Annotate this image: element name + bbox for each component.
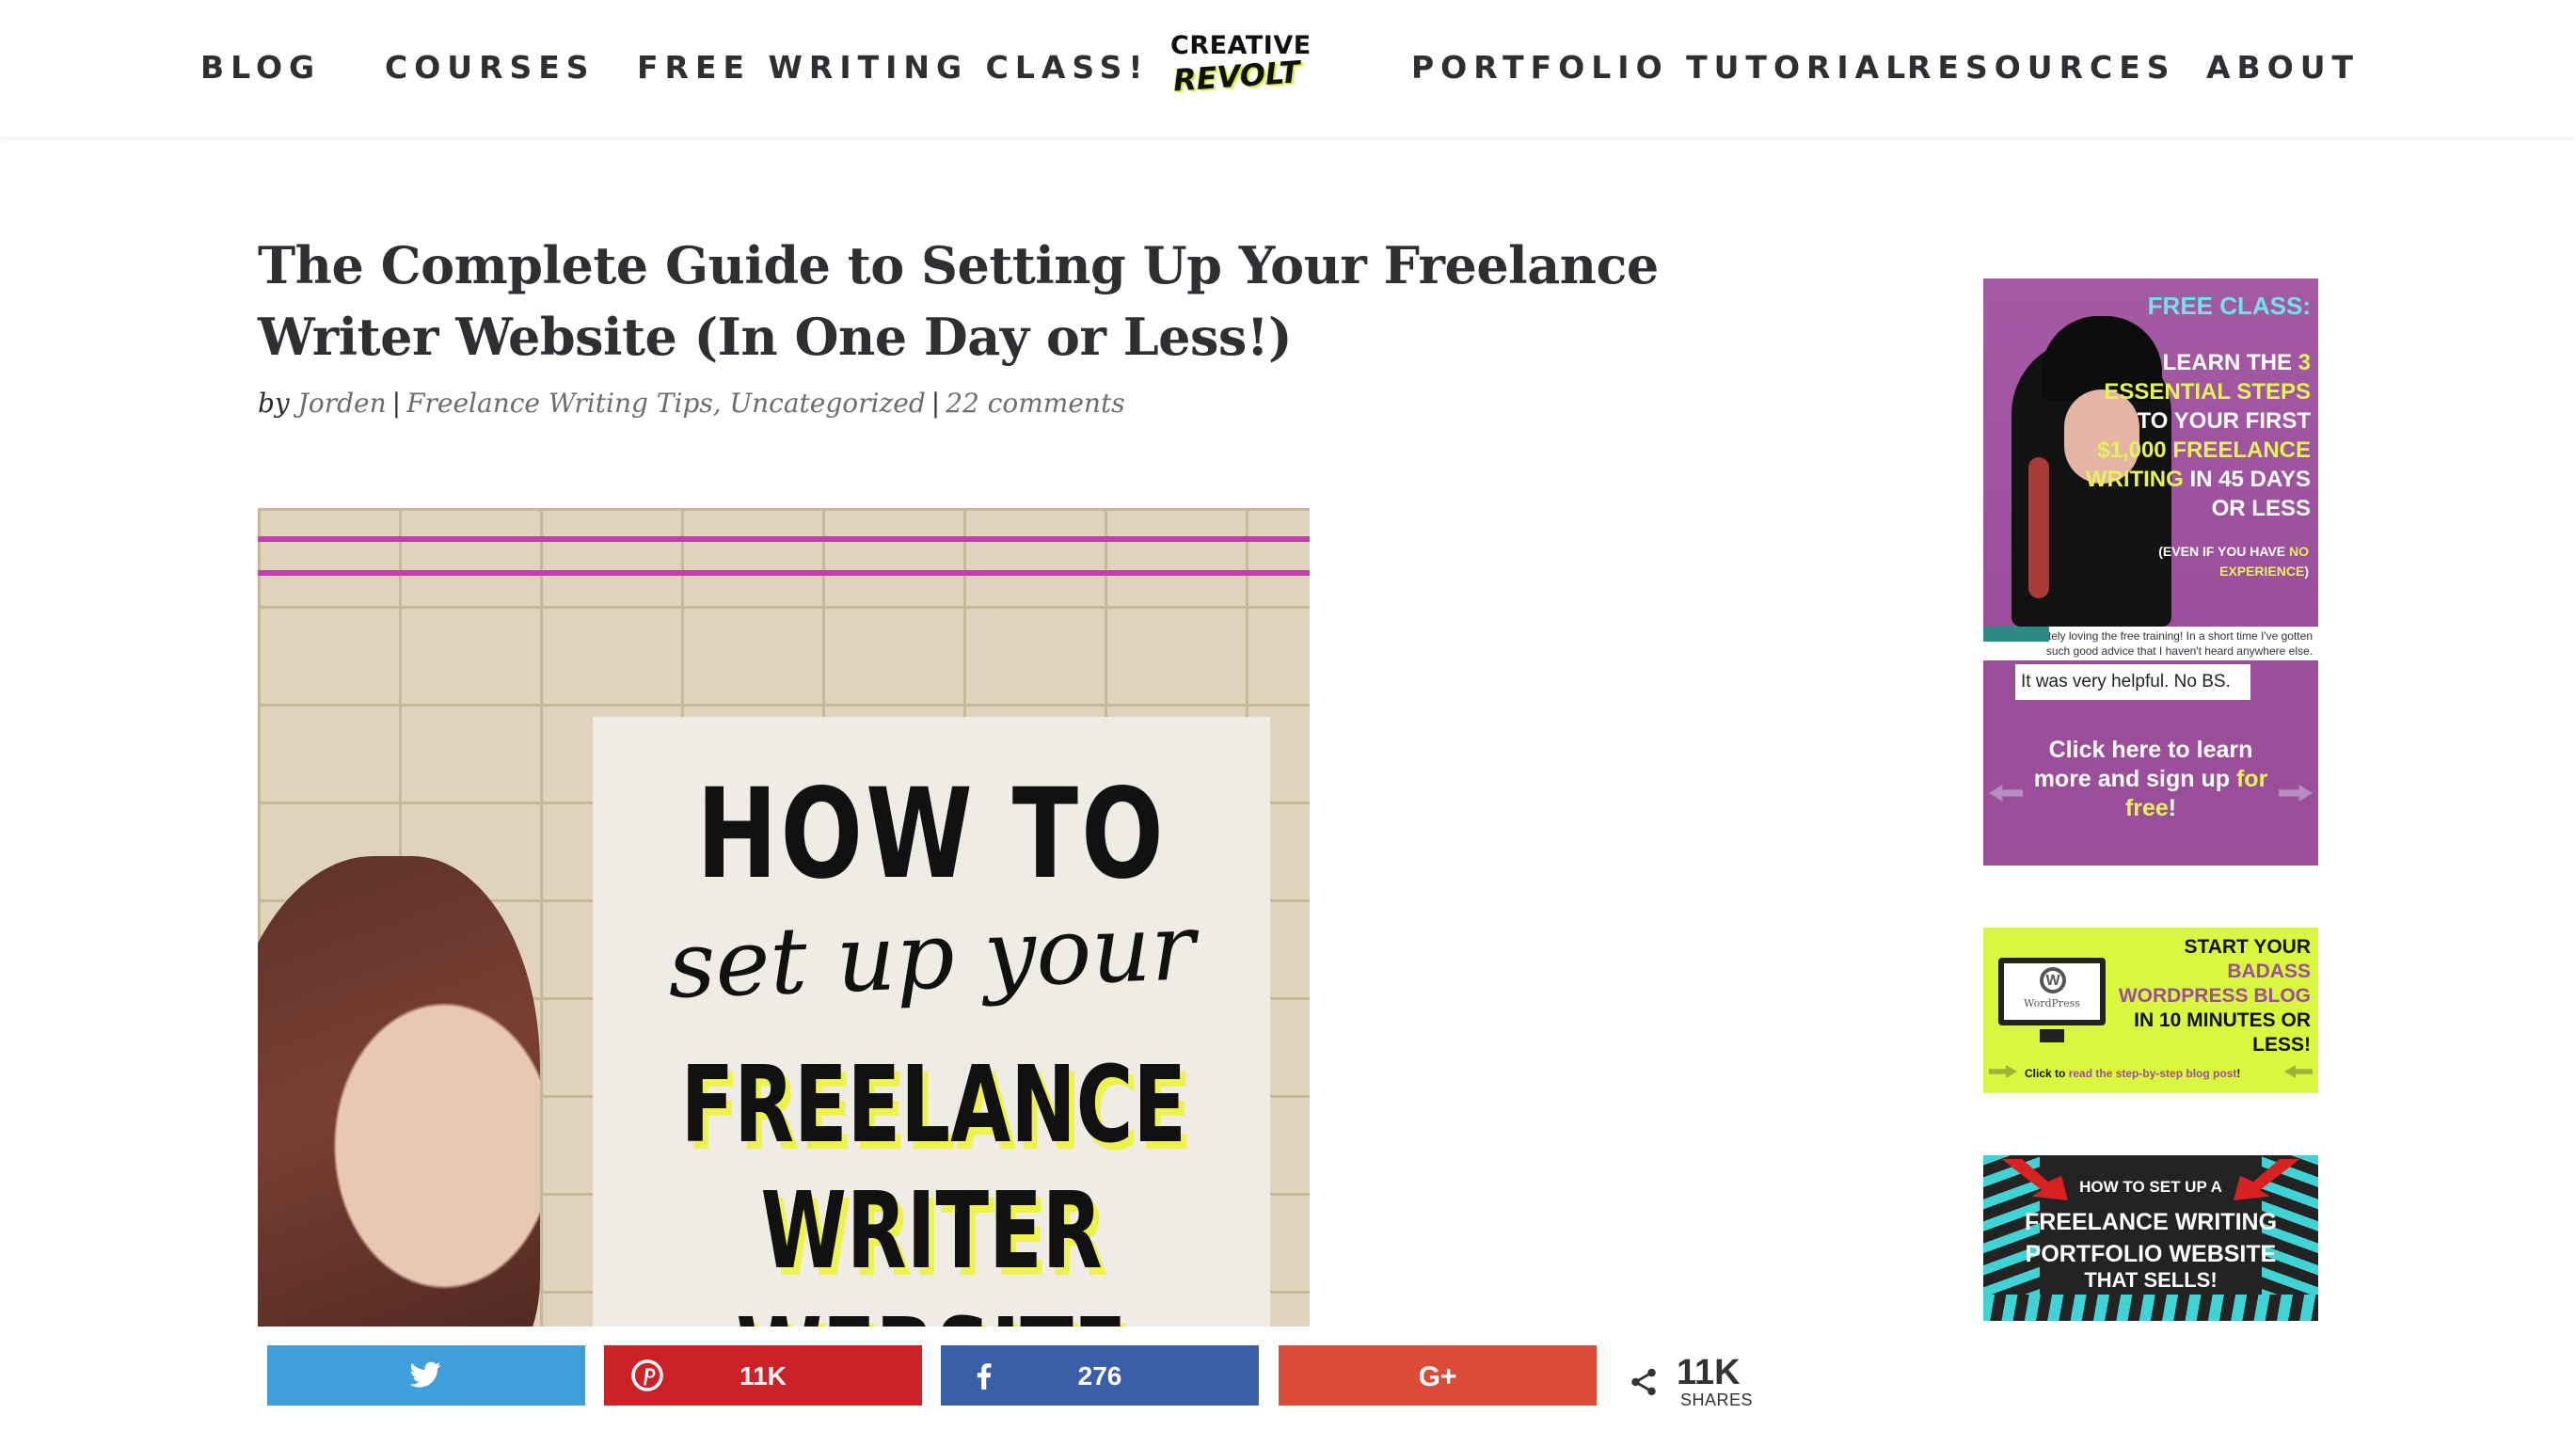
testimonial-1: I'm definitely loving the free training!…: [1983, 627, 2318, 660]
total-shares: 11K SHARES: [1624, 1353, 1765, 1409]
pinterest-count: 11K: [739, 1361, 787, 1390]
image-text-freelance: FREELANCE: [680, 1044, 1187, 1167]
wordpress-wordmark: WordPress: [2024, 997, 2080, 1009]
ad-small-text: HOW TO SET UP A: [2079, 1178, 2222, 1196]
site-header: BLOG COURSES FREE WRITING CLASS! CREATIV…: [0, 0, 2576, 137]
ad-main-text: FREELANCE WRITING PORTFOLIO WEBSITE: [2024, 1209, 2278, 1267]
arrow-left-icon: [2279, 785, 2313, 802]
nav-courses[interactable]: COURSES: [385, 49, 596, 86]
image-text-how-to: HOW TO: [696, 762, 1167, 907]
ad-heading: FREE CLASS:: [2147, 292, 2311, 320]
portfolio-website-ad[interactable]: HOW TO SET UP A FREELANCE WRITING PORTFOL…: [1983, 1155, 2318, 1321]
byline-prefix: by: [258, 388, 290, 419]
site-logo[interactable]: CREATIVE REVOLT: [1170, 32, 1311, 100]
featured-image: HOW TO set up your FREELANCE WRITER WEBS…: [258, 508, 1310, 1327]
post-meta: by Jorden | Freelance Writing Tips, Uncate…: [258, 388, 1125, 419]
nav-resources[interactable]: RESOURCES: [1907, 49, 2176, 86]
twitter-icon: [409, 1361, 441, 1388]
google-plus-share-button[interactable]: G+: [1279, 1345, 1597, 1406]
arrow-right-icon: [1989, 1065, 2017, 1078]
hair-braid: [2028, 457, 2049, 598]
arrow-right-icon: [1989, 785, 2023, 802]
comments-link[interactable]: 22 comments: [946, 388, 1124, 419]
ad-main-text: LEARN THE 3 ESSENTIAL STEPS TO YOUR FIRS…: [2085, 350, 2311, 521]
image-text-website: WEBSITE: [681, 1296, 1183, 1327]
social-share-bar: 11K 276 G+ 11K SHARES: [0, 1328, 2576, 1430]
category-link-uncategorized[interactable]: Uncategorized: [730, 388, 926, 419]
image-text-writer: WRITER: [760, 1170, 1103, 1293]
ad-main-text: START YOUR BADASS WORDPRESS BLOG IN 10 M…: [2118, 936, 2311, 1056]
twitter-share-button[interactable]: [267, 1345, 585, 1406]
ad-footer-link[interactable]: Click to read the step-by-step blog post…: [2025, 1067, 2240, 1080]
logo-line-2: REVOLT: [1171, 54, 1301, 99]
nav-portfolio-tutorial[interactable]: PORTFOLIO TUTORIAL: [1411, 49, 1912, 86]
arrow-left-icon: [2284, 1065, 2313, 1078]
total-shares-label: SHARES: [1680, 1390, 1754, 1409]
post-title: The Complete Guide to Setting Up Your Fr…: [258, 235, 1659, 367]
monitor-stand: [2040, 1029, 2064, 1042]
nav-free-writing-class[interactable]: FREE WRITING CLASS!: [637, 49, 1150, 86]
ad-sub-text: THAT SELLS!: [2084, 1268, 2218, 1292]
share-icon: [1631, 1368, 1656, 1396]
category-link-freelance-writing-tips[interactable]: Freelance Writing Tips: [406, 388, 713, 419]
nav-blog[interactable]: BLOG: [200, 49, 321, 86]
monitor-icon: W WordPress: [1998, 958, 2106, 1025]
pink-stripe: [258, 570, 1310, 576]
ad-note: (EVEN IF YOU HAVE NO EXPERIENCE): [2158, 544, 2309, 579]
woman-portrait: [258, 856, 540, 1327]
free-class-ad[interactable]: FREE CLASS: LEARN THE 3 ESSENTIAL STEPS …: [1983, 278, 2318, 866]
ad-cta[interactable]: Click here to learn more and sign up for…: [2021, 736, 2281, 823]
wordpress-logo-icon: W: [2040, 967, 2066, 993]
facebook-count: 276: [1077, 1361, 1122, 1390]
pinterest-share-button[interactable]: 11K: [604, 1345, 922, 1406]
wordpress-blog-ad[interactable]: W WordPress START YOUR BADASS WORDPRESS …: [1983, 928, 2318, 1093]
pink-stripe: [258, 536, 1310, 542]
testimonial-2: It was very helpful. No BS.: [2015, 664, 2250, 700]
facebook-share-button[interactable]: 276: [941, 1345, 1259, 1406]
paint-splash: [1983, 1295, 2318, 1321]
total-shares-count: 11K: [1677, 1353, 1741, 1392]
nav-about[interactable]: ABOUT: [2206, 49, 2360, 86]
author-link[interactable]: Jorden: [298, 388, 387, 419]
google-plus-icon: G+: [1418, 1361, 1457, 1392]
